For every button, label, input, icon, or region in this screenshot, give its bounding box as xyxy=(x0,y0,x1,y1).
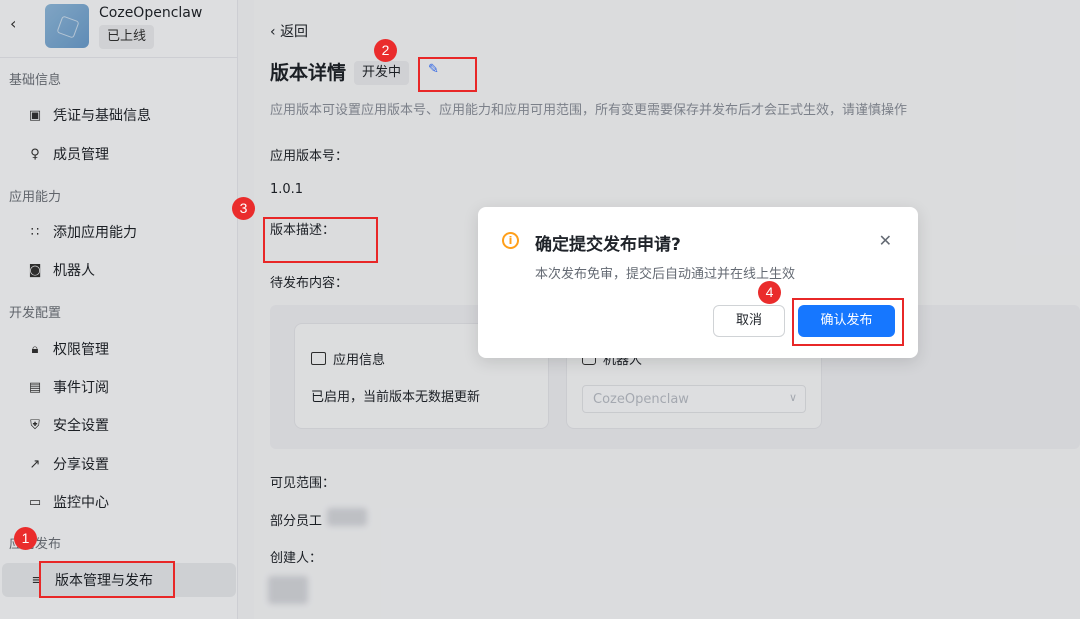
dialog-title: 确定提交发布申请? xyxy=(535,235,681,255)
step-badge-1: 1 xyxy=(14,527,37,550)
annotation-box-1 xyxy=(39,561,175,598)
annotation-box-3 xyxy=(263,217,378,263)
close-icon[interactable]: ✕ xyxy=(879,231,892,250)
annotation-box-2 xyxy=(418,57,477,92)
dialog-description: 本次发布免审，提交后自动通过并在线上生效 xyxy=(535,267,796,282)
step-badge-2: 2 xyxy=(374,39,397,62)
info-warning-icon: i xyxy=(502,232,519,249)
annotation-box-4 xyxy=(792,298,904,346)
step-badge-4: 4 xyxy=(758,281,781,304)
step-badge-3: 3 xyxy=(232,197,255,220)
cancel-button[interactable]: 取消 xyxy=(713,305,785,337)
